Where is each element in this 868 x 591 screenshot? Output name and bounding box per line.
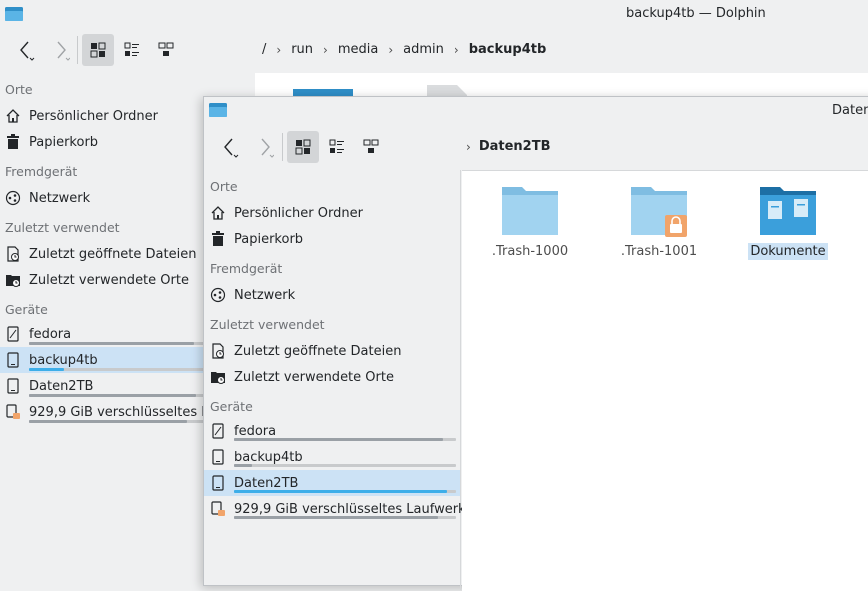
toolbar-separator <box>77 36 78 64</box>
section-heading-geraete: Geräte <box>5 302 48 317</box>
section-heading-recent: Zuletzt verwendet <box>210 317 325 332</box>
icons-view-button[interactable] <box>287 131 319 163</box>
toolbar: / › run › media › admin › backup4tb <box>0 28 868 72</box>
compact-view-icon <box>329 139 344 153</box>
window-title: Daten <box>832 103 868 118</box>
compact-view-button[interactable] <box>116 34 148 66</box>
drive-icon <box>5 378 21 394</box>
arrow-left-icon <box>20 41 35 61</box>
sidebar-item-recent-files[interactable]: Zuletzt geöffnete Dateien <box>0 241 210 267</box>
dolphin-app-icon <box>5 6 23 22</box>
sidebar-item-trash[interactable]: Papierkorb <box>204 226 460 252</box>
file-view[interactable]: .Trash-1000 .Trash-1001 Dokumente <box>462 170 868 591</box>
file-item-dokumente[interactable]: Dokumente <box>738 183 838 260</box>
places-sidebar: Orte Persönlicher Ordner Papierkorb Frem… <box>204 170 466 590</box>
sidebar-item-trash[interactable]: Papierkorb <box>0 129 210 155</box>
breadcrumb-item-current[interactable]: Daten2TB <box>479 139 551 154</box>
breadcrumb: › Daten2TB <box>466 139 550 154</box>
file-name: .Trash-1001 <box>620 244 698 259</box>
section-heading-recent: Zuletzt verwendet <box>5 220 120 235</box>
details-view-button[interactable] <box>150 34 182 66</box>
section-heading-orte: Orte <box>5 82 33 97</box>
breadcrumb-item-admin[interactable]: admin <box>403 42 444 57</box>
chevron-right-icon: › <box>453 42 459 57</box>
home-icon <box>210 205 226 221</box>
sidebar-item-network[interactable]: Netzwerk <box>0 185 210 211</box>
section-heading-orte: Orte <box>210 179 238 194</box>
dolphin-window-front: Daten › Daten2TB Orte Persönlicher Ordne… <box>203 96 868 591</box>
sidebar-item-recent-files[interactable]: Zuletzt geöffnete Dateien <box>204 338 460 364</box>
capacity-bar-fedora <box>29 342 205 345</box>
file-name: Dokumente <box>748 243 828 260</box>
icons-view-button[interactable] <box>82 34 114 66</box>
trash-icon <box>5 134 21 150</box>
arrow-left-icon <box>224 138 239 158</box>
dolphin-app-icon <box>209 102 227 118</box>
details-view-button[interactable] <box>355 131 387 163</box>
arrow-right-icon <box>57 41 70 61</box>
recent-places-icon <box>210 369 226 385</box>
breadcrumb: / › run › media › admin › backup4tb <box>262 42 546 57</box>
recent-places-icon <box>5 272 21 288</box>
breadcrumb-item-run[interactable]: run <box>291 42 313 57</box>
titlebar[interactable]: Daten <box>204 97 868 125</box>
drive-icon <box>210 449 226 465</box>
drive-icon <box>5 352 21 368</box>
home-icon <box>5 108 21 124</box>
sidebar-item-network[interactable]: Netzwerk <box>204 282 460 308</box>
file-item-trash-1001[interactable]: .Trash-1001 <box>609 183 709 260</box>
section-heading-fremdgeraet: Fremdgerät <box>5 164 78 179</box>
sidebar-item-home[interactable]: Persönlicher Ordner <box>0 103 210 129</box>
breadcrumb-item-current[interactable]: backup4tb <box>469 42 547 57</box>
icons-view-icon <box>90 42 106 58</box>
recent-files-icon <box>5 246 21 262</box>
capacity-bar-backup4tb <box>29 368 205 371</box>
back-button[interactable] <box>10 34 42 66</box>
capacity-bar-encrypted <box>29 420 205 423</box>
capacity-bar-fedora <box>234 438 456 441</box>
drive-icon <box>210 475 226 491</box>
sidebar-item-recent-places[interactable]: Zuletzt verwendete Orte <box>204 364 460 390</box>
encrypted-drive-icon <box>5 404 21 420</box>
sidebar-item-recent-places[interactable]: Zuletzt verwendete Orte <box>0 267 210 293</box>
compact-view-button[interactable] <box>321 131 353 163</box>
arrow-right-icon <box>261 138 274 158</box>
sidebar-item-home[interactable]: Persönlicher Ordner <box>204 200 460 226</box>
capacity-bar-backup4tb <box>234 464 456 467</box>
compact-view-icon <box>124 42 139 56</box>
chevron-right-icon: › <box>276 42 282 57</box>
folder-icon <box>502 187 558 235</box>
network-icon <box>210 287 226 303</box>
chevron-right-icon: › <box>466 139 471 154</box>
forward-button[interactable] <box>248 131 280 163</box>
window-title: backup4tb — Dolphin <box>626 6 766 21</box>
file-item-trash-1000[interactable]: .Trash-1000 <box>480 183 580 260</box>
encrypted-drive-icon <box>210 501 226 517</box>
documents-folder-icon <box>760 187 816 235</box>
titlebar[interactable]: backup4tb — Dolphin <box>0 0 868 28</box>
details-view-icon <box>363 139 379 153</box>
locked-folder-icon <box>631 187 687 237</box>
section-heading-geraete: Geräte <box>210 399 253 414</box>
breadcrumb-item-root[interactable]: / <box>262 42 266 57</box>
capacity-bar-encrypted <box>234 516 456 519</box>
chevron-right-icon: › <box>323 42 328 57</box>
capacity-bar-daten2tb <box>29 394 205 397</box>
back-button[interactable] <box>214 131 246 163</box>
forward-button[interactable] <box>44 34 76 66</box>
network-icon <box>5 190 21 206</box>
capacity-bar-daten2tb <box>234 490 456 493</box>
drive-icon <box>5 326 21 342</box>
trash-icon <box>210 231 226 247</box>
file-name: .Trash-1000 <box>491 244 569 259</box>
icons-view-icon <box>295 139 311 155</box>
toolbar-separator <box>282 133 283 161</box>
section-heading-fremdgeraet: Fremdgerät <box>210 261 283 276</box>
recent-files-icon <box>210 343 226 359</box>
drive-icon <box>210 423 226 439</box>
details-view-icon <box>158 42 174 56</box>
breadcrumb-item-media[interactable]: media <box>338 42 379 57</box>
chevron-right-icon: › <box>388 42 394 57</box>
